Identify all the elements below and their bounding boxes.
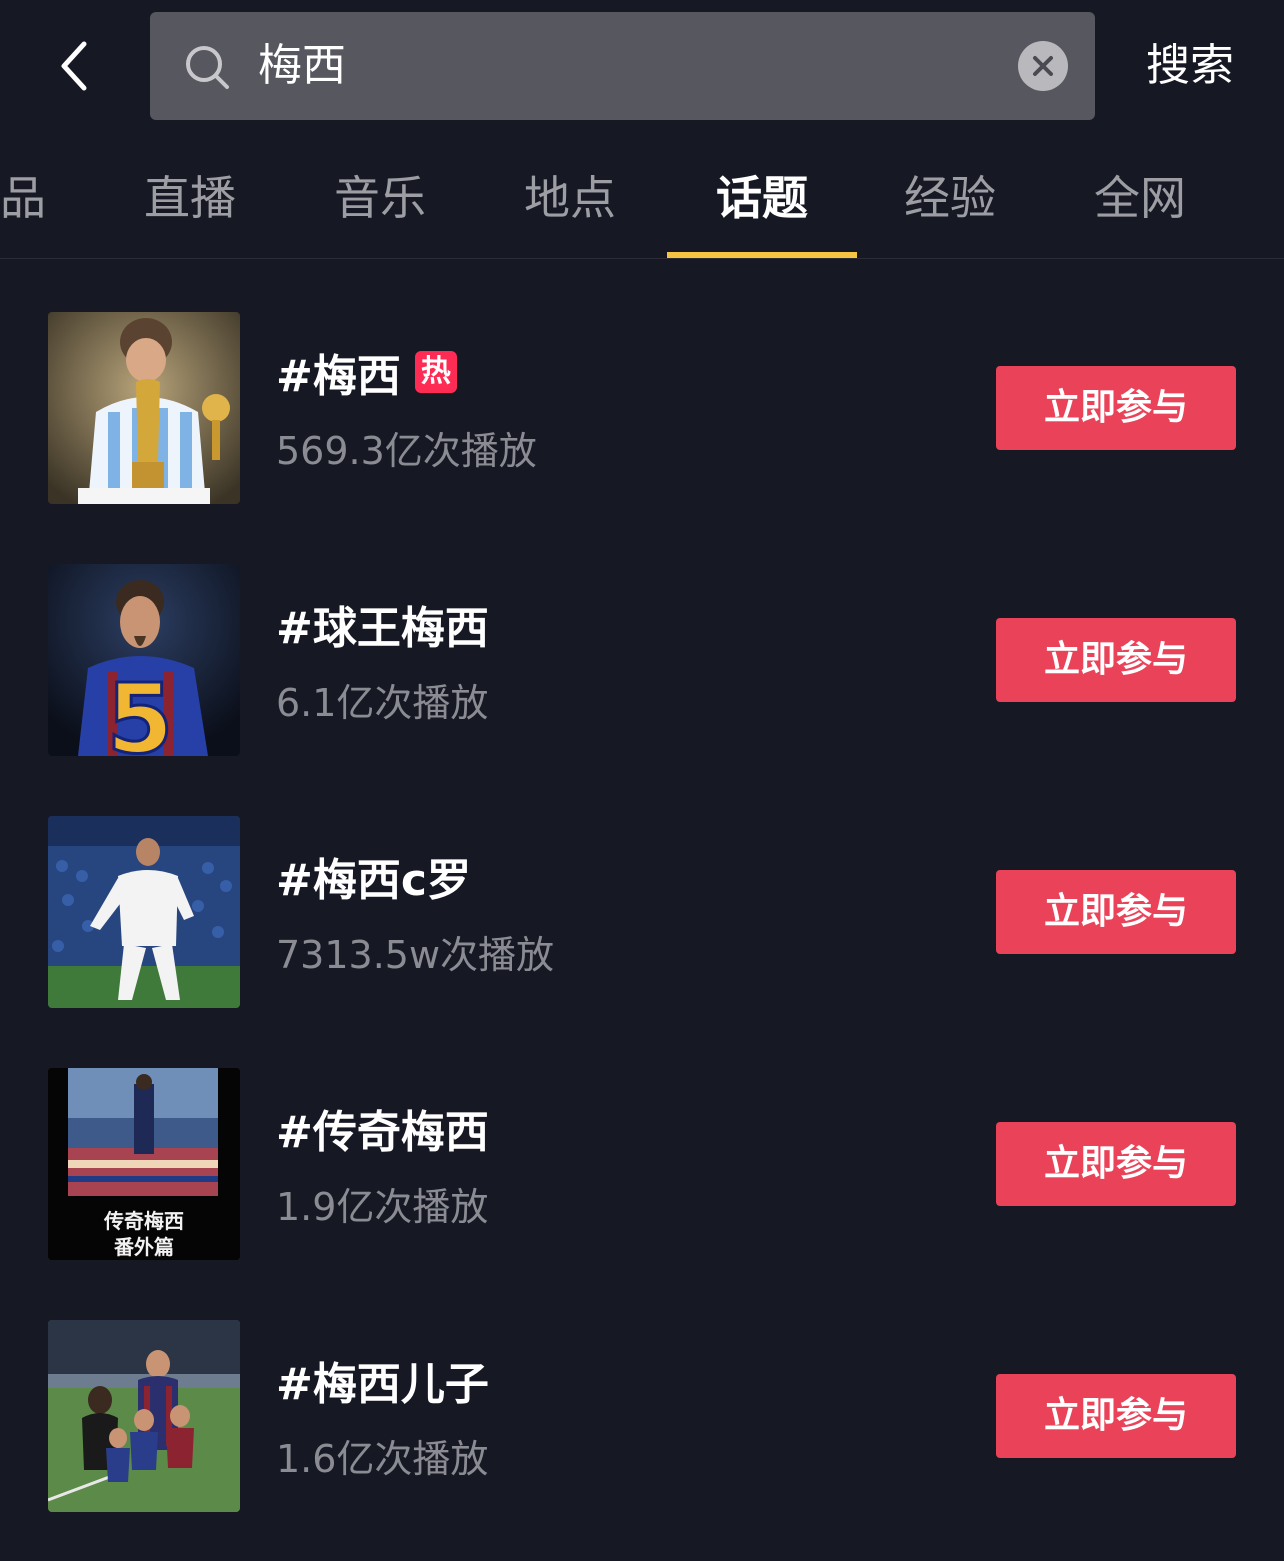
search-submit-button[interactable]: 搜索 — [1130, 30, 1250, 102]
join-topic-button[interactable]: 立即参与 — [996, 1122, 1236, 1206]
player-jersey-5-photo-icon: 5 — [48, 564, 240, 756]
topic-title: #传奇梅西 — [276, 1107, 489, 1158]
thumbnail-caption: 传奇梅西 番外篇 — [48, 1208, 240, 1260]
topic-thumbnail: 5 — [48, 564, 240, 756]
topic-item[interactable]: #梅西 热 569.3亿次播放 立即参与 — [0, 312, 1284, 504]
join-topic-button[interactable]: 立即参与 — [996, 618, 1236, 702]
join-topic-button[interactable]: 立即参与 — [996, 870, 1236, 954]
tab-experience[interactable]: 经验 — [855, 162, 1045, 234]
topic-view-count: 6.1亿次播放 — [276, 681, 489, 725]
topic-title-row: #梅西 热 — [276, 342, 457, 402]
topic-item[interactable]: #梅西儿子 1.6亿次播放 立即参与 — [0, 1320, 1284, 1512]
chevron-left-icon — [61, 41, 87, 91]
close-icon — [1033, 56, 1053, 76]
player-with-trophy-photo-icon — [48, 312, 240, 504]
topic-item[interactable]: 5 #球王梅西 6.1亿次播放 立即参与 — [0, 564, 1284, 756]
family-on-pitch-photo-icon — [48, 1320, 240, 1512]
topic-title-row: #梅西儿子 — [276, 1350, 489, 1410]
topic-title: #梅西c罗 — [276, 855, 471, 906]
tab-web[interactable]: 全网 — [1045, 162, 1235, 234]
player-celebrating-photo-icon — [48, 816, 240, 1008]
search-results-page: 搜索 品 直播 音乐 地点 话题 经验 全网 — [0, 0, 1284, 1561]
topic-title-row: #球王梅西 — [276, 594, 489, 654]
topic-view-count: 7313.5w次播放 — [276, 933, 555, 977]
topic-title-row: #梅西c罗 — [276, 846, 471, 906]
topic-thumbnail — [48, 312, 240, 504]
tab-topics[interactable]: 话题 — [667, 162, 857, 234]
hot-badge: 热 — [414, 351, 457, 393]
category-tabs: 品 直播 音乐 地点 话题 经验 全网 — [0, 140, 1284, 259]
tab-places[interactable]: 地点 — [475, 162, 665, 234]
join-topic-button[interactable]: 立即参与 — [996, 1374, 1236, 1458]
tab-live[interactable]: 直播 — [95, 162, 285, 234]
topic-thumbnail — [48, 1320, 240, 1512]
tab-music[interactable]: 音乐 — [285, 162, 475, 234]
search-icon — [186, 46, 229, 89]
topic-thumbnail — [48, 816, 240, 1008]
back-button[interactable] — [44, 28, 104, 104]
topic-title-row: #传奇梅西 — [276, 1098, 489, 1158]
search-box[interactable] — [150, 12, 1095, 120]
thumbnail-caption-line: 番外篇 — [114, 1235, 174, 1259]
topic-title: #梅西儿子 — [276, 1359, 489, 1410]
topic-title: #梅西 — [276, 351, 401, 402]
active-tab-indicator — [667, 252, 857, 258]
topic-thumbnail: 传奇梅西 番外篇 — [48, 1068, 240, 1260]
clear-search-button[interactable] — [1018, 41, 1068, 91]
topic-item[interactable]: #梅西c罗 7313.5w次播放 立即参与 — [0, 816, 1284, 1008]
topic-view-count: 569.3亿次播放 — [276, 429, 537, 473]
join-topic-button[interactable]: 立即参与 — [996, 366, 1236, 450]
search-input[interactable] — [258, 32, 998, 100]
topic-title: #球王梅西 — [276, 603, 489, 654]
thumbnail-caption-line: 传奇梅西 — [104, 1209, 184, 1233]
topic-view-count: 1.9亿次播放 — [276, 1185, 489, 1229]
topic-item[interactable]: 传奇梅西 番外篇 #传奇梅西 1.9亿次播放 立即参与 — [0, 1068, 1284, 1260]
svg-text:5: 5 — [107, 663, 174, 756]
topic-view-count: 1.6亿次播放 — [276, 1437, 489, 1481]
